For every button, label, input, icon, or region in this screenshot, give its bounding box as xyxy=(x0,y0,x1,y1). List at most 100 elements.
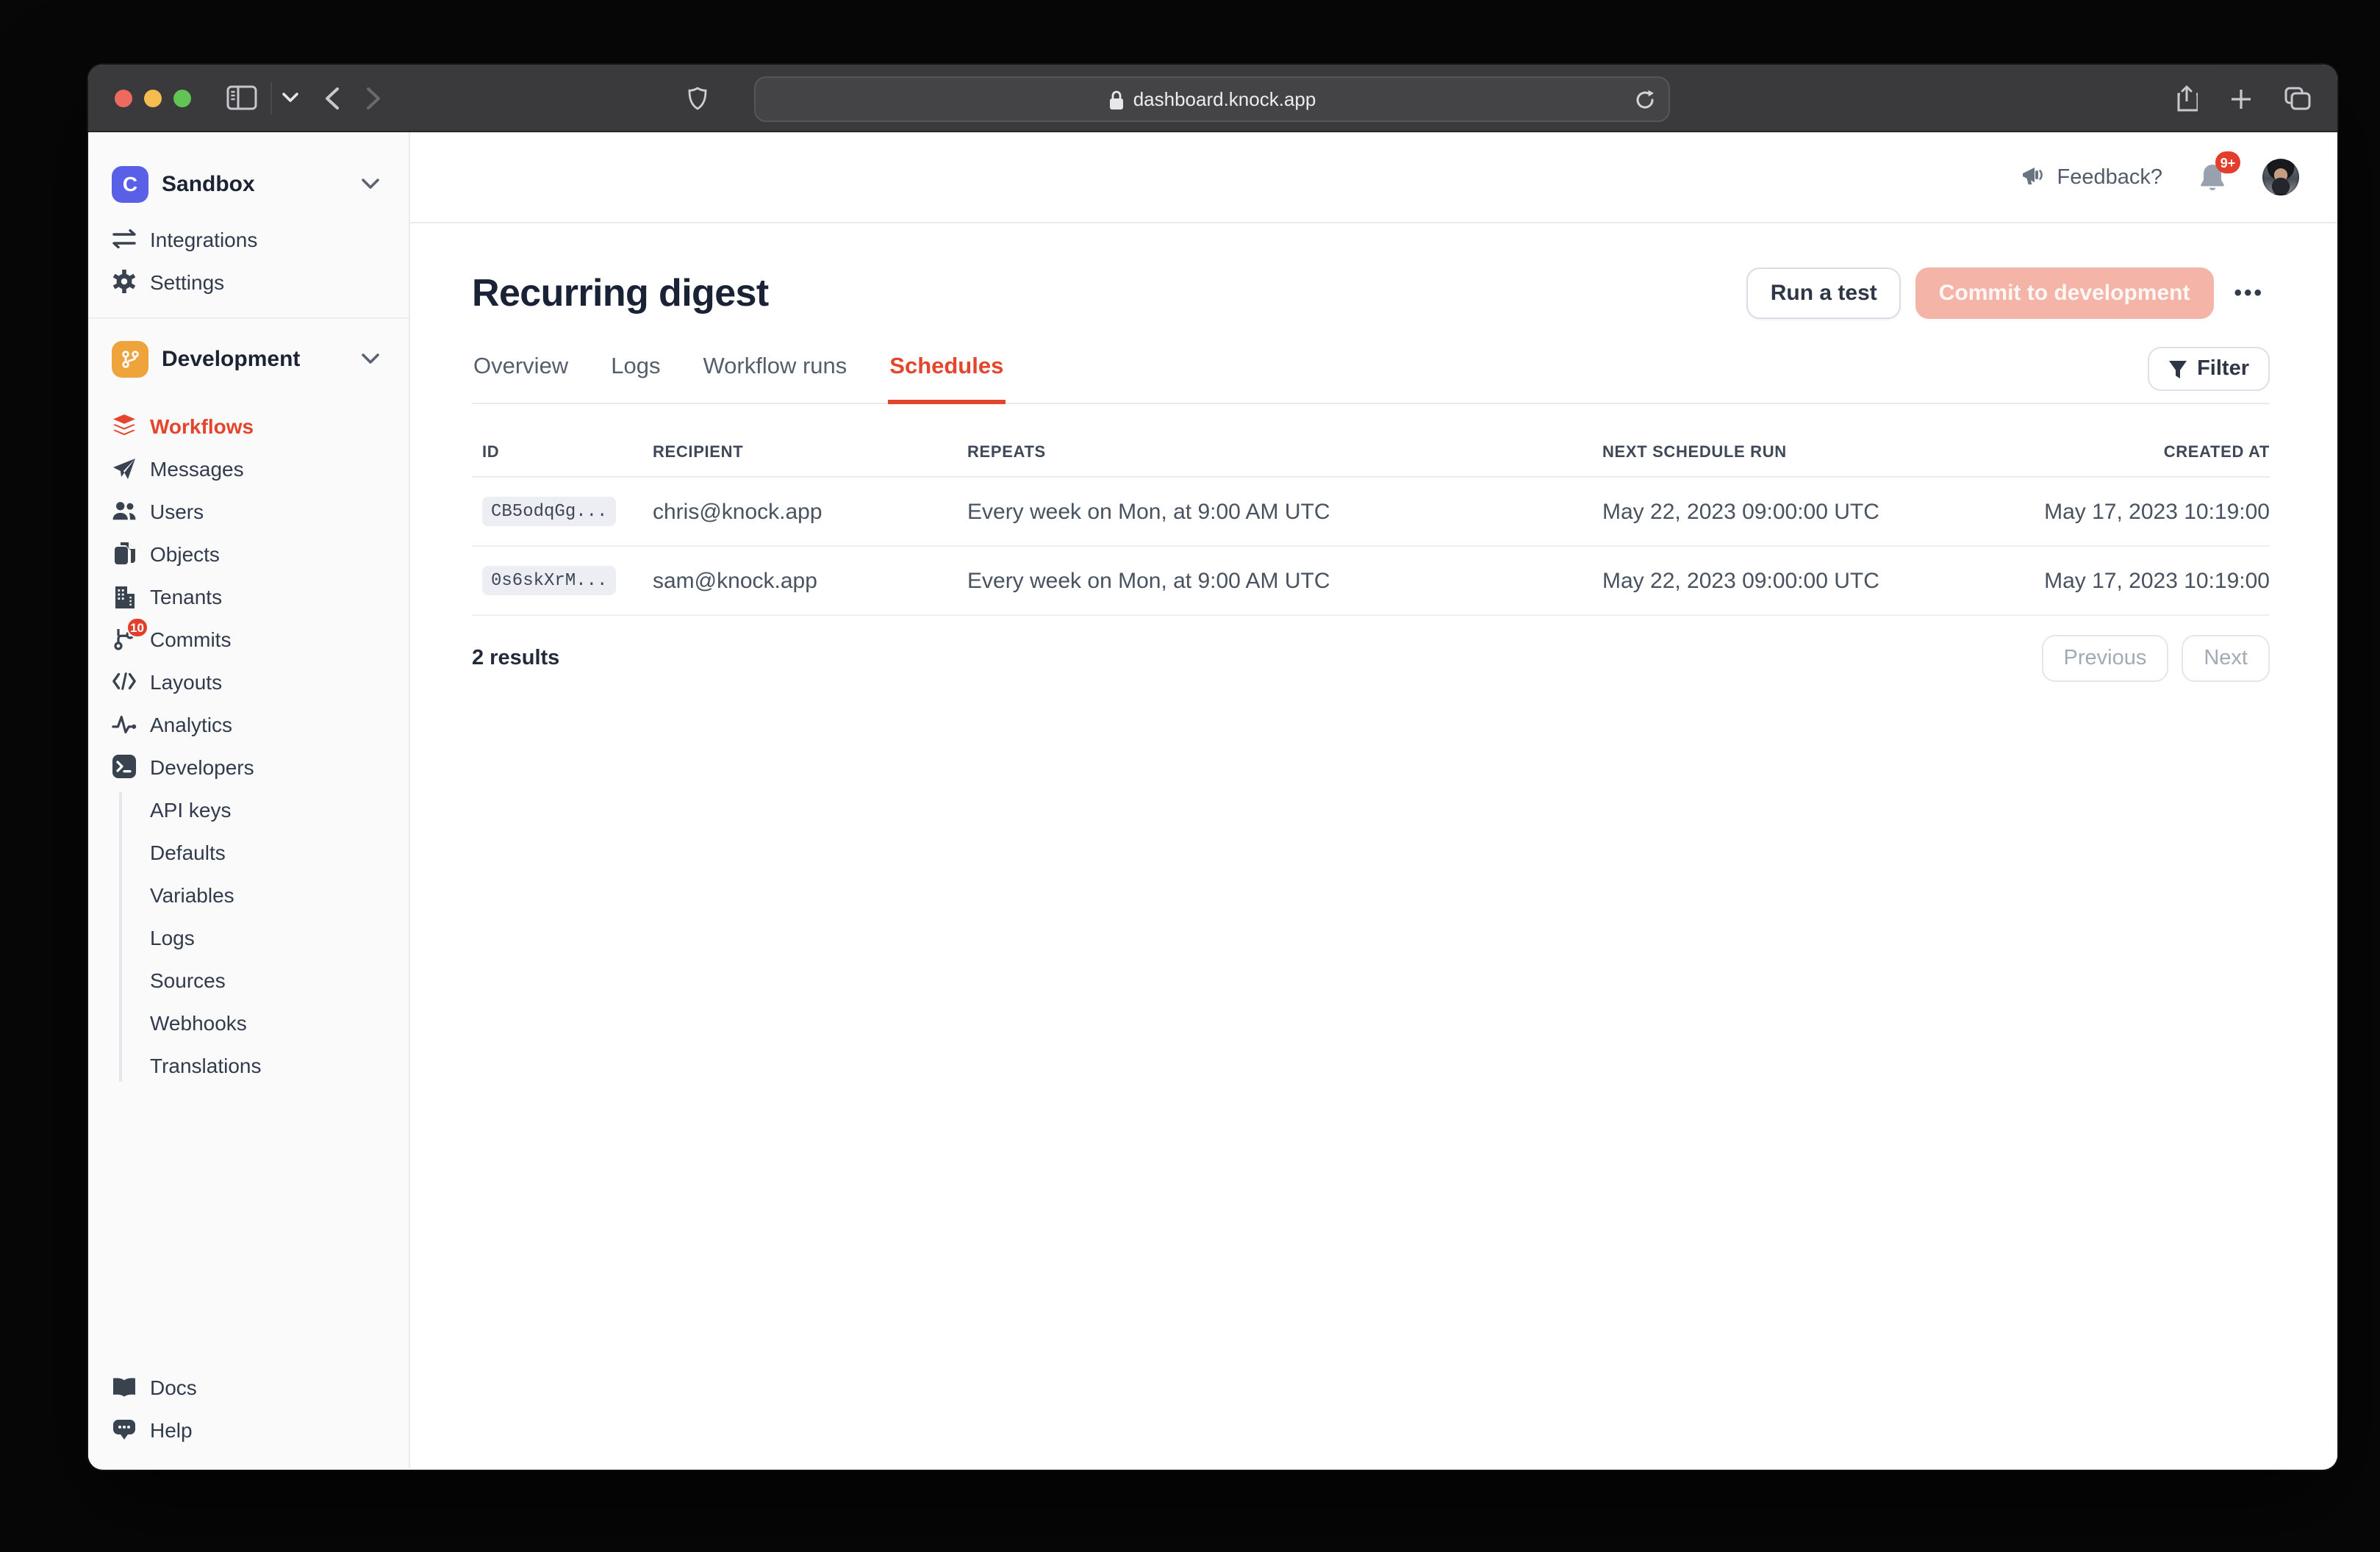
created-at-cell: May 17, 2023 10:19:00 xyxy=(1976,568,2270,593)
tab-schedules[interactable]: Schedules xyxy=(888,340,1005,404)
table-row[interactable]: CB5odqGg... chris@knock.app Every week o… xyxy=(472,478,2270,547)
sidebar-item-label: Developers xyxy=(150,755,254,778)
more-options-button[interactable]: ••• xyxy=(2228,272,2270,315)
browser-toolbar: dashboard.knock.app xyxy=(88,65,2337,132)
url-text: dashboard.knock.app xyxy=(1133,88,1316,110)
environment-switcher[interactable]: C Sandbox xyxy=(88,159,409,209)
recipient-cell: sam@knock.app xyxy=(653,568,967,593)
notifications-button[interactable]: 9+ xyxy=(2198,162,2227,193)
repeats-cell: Every week on Mon, at 9:00 AM UTC xyxy=(967,499,1602,524)
settings-gear-icon xyxy=(112,269,137,294)
sub-item-label: Sources xyxy=(150,968,226,991)
run-a-test-button[interactable]: Run a test xyxy=(1747,267,1901,319)
sidebar-item-label: Integrations xyxy=(150,227,257,251)
sidebar-item-commits[interactable]: 10 Commits xyxy=(88,617,409,660)
filter-funnel-icon xyxy=(2168,359,2187,378)
repeats-cell: Every week on Mon, at 9:00 AM UTC xyxy=(967,568,1602,593)
back-button-icon[interactable] xyxy=(325,86,340,109)
sub-item-label: API keys xyxy=(150,797,232,821)
sidebar-item-label: Objects xyxy=(150,542,220,565)
close-window-button[interactable] xyxy=(115,89,132,107)
tab-logs[interactable]: Logs xyxy=(609,340,662,404)
integrations-icon xyxy=(112,226,137,251)
recipient-cell: chris@knock.app xyxy=(653,499,967,524)
schedule-id-chip[interactable]: 0s6skXrM... xyxy=(482,566,616,595)
sidebar-item-settings[interactable]: Settings xyxy=(88,260,409,303)
column-header-recipient: RECIPIENT xyxy=(653,444,967,461)
previous-page-button[interactable]: Previous xyxy=(2042,635,2169,682)
privacy-shield-icon[interactable] xyxy=(688,86,707,109)
user-avatar[interactable] xyxy=(2262,159,2299,195)
sidebar-divider xyxy=(88,317,409,319)
schedules-table: ID RECIPIENT REPEATS NEXT SCHEDULE RUN C… xyxy=(472,404,2270,682)
sidebar-item-label: Tenants xyxy=(150,584,222,608)
tab-overview[interactable]: Overview xyxy=(472,340,570,404)
page-title: Recurring digest xyxy=(472,270,769,316)
sidebar-chevron-down-icon[interactable] xyxy=(282,93,298,103)
sidebar-item-sources[interactable]: Sources xyxy=(88,958,409,1001)
next-schedule-run-cell: May 22, 2023 09:00:00 UTC xyxy=(1602,568,1976,593)
table-row[interactable]: 0s6skXrM... sam@knock.app Every week on … xyxy=(472,547,2270,616)
schedule-id-chip[interactable]: CB5odqGg... xyxy=(482,497,616,526)
docs-book-icon xyxy=(112,1374,137,1399)
new-tab-plus-icon[interactable] xyxy=(2230,87,2252,109)
workflows-icon xyxy=(112,413,137,438)
help-chat-icon xyxy=(112,1417,137,1442)
sidebar-item-label: Messages xyxy=(150,456,244,480)
sidebar-item-messages[interactable]: Messages xyxy=(88,447,409,489)
sidebar-item-label: Commits xyxy=(150,627,231,650)
column-header-repeats: REPEATS xyxy=(967,444,1602,461)
commits-count-badge: 10 xyxy=(126,617,148,638)
sidebar-item-defaults[interactable]: Defaults xyxy=(88,830,409,873)
filter-button[interactable]: Filter xyxy=(2147,347,2270,391)
sidebar-item-api-keys[interactable]: API keys xyxy=(88,788,409,830)
tenants-icon xyxy=(112,583,137,608)
sidebar-item-webhooks[interactable]: Webhooks xyxy=(88,1001,409,1043)
minimize-window-button[interactable] xyxy=(144,89,162,107)
address-bar[interactable]: dashboard.knock.app xyxy=(754,76,1670,122)
sidebar-item-developers[interactable]: Developers xyxy=(88,745,409,788)
developers-sub-list: API keys Defaults Variables Logs Sources… xyxy=(88,788,409,1086)
column-header-id: ID xyxy=(482,444,653,461)
sidebar-item-users[interactable]: Users xyxy=(88,489,409,532)
sidebar-item-logs[interactable]: Logs xyxy=(88,916,409,958)
sidebar-toggle-icon[interactable] xyxy=(226,85,257,110)
next-page-button[interactable]: Next xyxy=(2182,635,2270,682)
column-header-next-schedule-run: NEXT SCHEDULE RUN xyxy=(1602,444,1976,461)
messages-icon xyxy=(112,456,137,481)
sidebar-item-integrations[interactable]: Integrations xyxy=(88,218,409,260)
sub-item-label: Defaults xyxy=(150,840,226,863)
column-header-created-at: CREATED AT xyxy=(1976,444,2270,461)
sidebar-item-label: Layouts xyxy=(150,669,222,693)
forward-button-icon[interactable] xyxy=(366,86,381,109)
traffic-lights xyxy=(88,89,191,107)
reload-icon[interactable] xyxy=(1635,88,1655,110)
sidebar-item-translations[interactable]: Translations xyxy=(88,1043,409,1086)
tabs-bar: Overview Logs Workflow runs Schedules Fi… xyxy=(472,340,2270,404)
top-header-bar: Feedback? 9+ xyxy=(410,132,2337,223)
objects-icon xyxy=(112,541,137,566)
sidebar-item-tenants[interactable]: Tenants xyxy=(88,575,409,617)
zoom-window-button[interactable] xyxy=(173,89,191,107)
next-schedule-run-cell: May 22, 2023 09:00:00 UTC xyxy=(1602,499,1976,524)
chevron-down-icon xyxy=(362,353,379,364)
results-count: 2 results xyxy=(472,647,559,670)
analytics-pulse-icon xyxy=(112,711,137,736)
sidebar-item-workflows[interactable]: Workflows xyxy=(88,404,409,447)
chevron-down-icon xyxy=(362,178,379,190)
sidebar-item-objects[interactable]: Objects xyxy=(88,532,409,575)
feedback-label: Feedback? xyxy=(2057,165,2163,189)
tab-overview-icon[interactable] xyxy=(2284,87,2311,110)
sub-item-label: Logs xyxy=(150,925,195,949)
feedback-button[interactable]: Feedback? xyxy=(2022,165,2163,189)
sidebar-item-help[interactable]: Help xyxy=(88,1408,409,1451)
sidebar-item-layouts[interactable]: Layouts xyxy=(88,660,409,703)
section-development[interactable]: Development xyxy=(88,334,409,384)
sidebar-item-label: Help xyxy=(150,1418,193,1441)
tab-workflow-runs[interactable]: Workflow runs xyxy=(701,340,848,404)
sidebar-item-analytics[interactable]: Analytics xyxy=(88,703,409,745)
sidebar-item-variables[interactable]: Variables xyxy=(88,873,409,916)
sidebar-item-docs[interactable]: Docs xyxy=(88,1365,409,1408)
commit-to-development-button[interactable]: Commit to development xyxy=(1915,267,2214,319)
share-icon[interactable] xyxy=(2176,85,2198,112)
